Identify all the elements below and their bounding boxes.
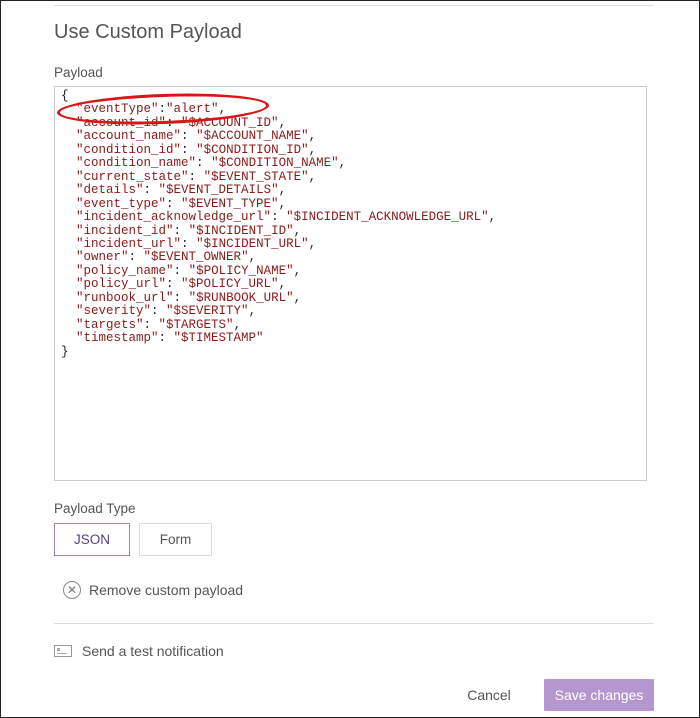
payload-key: "incident_id" — [76, 223, 174, 238]
payload-key: "event_type" — [76, 196, 167, 211]
payload-comma: , — [293, 223, 302, 238]
payload-comma: , — [488, 210, 497, 225]
payload-value: "$POLICY_URL" — [181, 277, 279, 292]
payload-comma: , — [233, 317, 242, 332]
close-brace: } — [61, 344, 69, 359]
payload-line: "condition_name": "$CONDITION_NAME", — [61, 156, 346, 170]
payload-value: "$EVENT_DETAILS" — [158, 183, 279, 198]
payload-value: "$CONDITION_ID" — [196, 142, 309, 157]
payload-label: Payload — [54, 65, 103, 80]
payload-value: "$ACCOUNT_NAME" — [196, 129, 309, 144]
payload-value: "$INCIDENT_ID" — [188, 223, 294, 238]
payload-key: "incident_url" — [76, 236, 182, 251]
payload-comma: , — [293, 290, 302, 305]
payload-separator: : — [143, 317, 159, 332]
remove-custom-payload-label: Remove custom payload — [89, 582, 244, 598]
send-test-notification-label: Send a test notification — [82, 643, 224, 659]
payload-separator: : — [181, 236, 197, 251]
payload-separator: : — [166, 196, 182, 211]
payload-key: "condition_id" — [76, 142, 182, 157]
payload-line: "owner": "$EVENT_OWNER", — [61, 250, 256, 264]
payload-comma: , — [278, 115, 287, 130]
payload-line: "event_type": "$EVENT_TYPE", — [61, 197, 286, 211]
payload-key: "owner" — [76, 250, 129, 265]
payload-comma: , — [278, 196, 287, 211]
payload-json-text[interactable]: { "eventType":"alert", "account_id": "$A… — [61, 89, 496, 359]
payload-separator: : — [173, 263, 189, 278]
payload-value: "$INCIDENT_URL" — [196, 236, 309, 251]
cancel-button[interactable]: Cancel — [459, 683, 519, 707]
payload-line: "incident_acknowledge_url": "$INCIDENT_A… — [61, 210, 496, 224]
payload-value: "$EVENT_STATE" — [203, 169, 309, 184]
payload-line: "condition_id": "$CONDITION_ID", — [61, 143, 316, 157]
payload-line: "policy_url": "$POLICY_URL", — [61, 277, 286, 291]
payload-key: "account_name" — [76, 129, 182, 144]
top-divider — [54, 5, 654, 6]
save-changes-button[interactable]: Save changes — [544, 679, 654, 711]
settings-panel: Use Custom Payload Payload { "eventType"… — [0, 0, 700, 718]
payload-line: "timestamp": "$TIMESTAMP" — [61, 331, 264, 345]
payload-key: "details" — [76, 183, 144, 198]
payload-comma: , — [308, 169, 317, 184]
payload-key: "targets" — [76, 317, 144, 332]
payload-value: "$EVENT_TYPE" — [181, 196, 279, 211]
payload-line: "runbook_url": "$RUNBOOK_URL", — [61, 291, 301, 305]
payload-value: "$RUNBOOK_URL" — [188, 290, 294, 305]
remove-custom-payload-link[interactable]: ✕ Remove custom payload — [63, 579, 243, 601]
payload-comma: , — [308, 142, 317, 157]
payload-type-form-button[interactable]: Form — [139, 523, 212, 556]
circle-x-icon: ✕ — [63, 581, 81, 599]
payload-separator: : — [151, 304, 167, 319]
notification-card-icon — [54, 645, 72, 657]
payload-comma: , — [293, 263, 302, 278]
payload-comma: , — [338, 156, 347, 171]
payload-value: "$INCIDENT_ACKNOWLEDGE_URL" — [286, 210, 489, 225]
payload-line: "current_state": "$EVENT_STATE", — [61, 170, 316, 184]
payload-value: "$CONDITION_NAME" — [211, 156, 339, 171]
payload-line: "incident_id": "$INCIDENT_ID", — [61, 224, 301, 238]
payload-key: "timestamp" — [76, 331, 159, 346]
payload-key: "policy_url" — [76, 277, 167, 292]
payload-comma: , — [278, 183, 287, 198]
payload-separator: : — [143, 183, 159, 198]
payload-value: "$POLICY_NAME" — [188, 263, 294, 278]
payload-separator: : — [196, 156, 212, 171]
payload-line: "policy_name": "$POLICY_NAME", — [61, 264, 301, 278]
payload-value: "$EVENT_OWNER" — [143, 250, 249, 265]
section-title: Use Custom Payload — [54, 21, 242, 43]
payload-key: "policy_name" — [76, 263, 174, 278]
payload-comma: , — [248, 250, 257, 265]
payload-line: "severity": "$SEVERITY", — [61, 304, 256, 318]
payload-separator: : — [166, 277, 182, 292]
payload-comma: , — [308, 236, 317, 251]
payload-key: "severity" — [76, 304, 152, 319]
open-brace: { — [61, 89, 69, 103]
payload-separator: : — [181, 142, 197, 157]
payload-key: "incident_acknowledge_url" — [76, 210, 272, 225]
payload-key: "current_state" — [76, 169, 189, 184]
payload-line: "incident_url": "$INCIDENT_URL", — [61, 237, 316, 251]
payload-separator: : — [173, 223, 189, 238]
payload-type-json-button[interactable]: JSON — [54, 523, 130, 556]
payload-value: "$TARGETS" — [158, 317, 234, 332]
payload-separator: : — [158, 331, 174, 346]
payload-separator: : — [271, 210, 287, 225]
payload-comma: , — [248, 304, 257, 319]
send-test-notification-link[interactable]: Send a test notification — [54, 641, 224, 661]
payload-line: "details": "$EVENT_DETAILS", — [61, 183, 286, 197]
payload-type-label: Payload Type — [54, 501, 136, 516]
payload-comma: , — [278, 277, 287, 292]
payload-line: "account_name": "$ACCOUNT_NAME", — [61, 129, 316, 143]
payload-separator: : — [128, 250, 144, 265]
payload-value: "$TIMESTAMP" — [173, 331, 264, 346]
section-divider — [54, 623, 654, 624]
payload-separator: : — [181, 129, 197, 144]
payload-separator: : — [173, 290, 189, 305]
payload-line: "targets": "$TARGETS", — [61, 318, 241, 332]
payload-separator: : — [188, 169, 204, 184]
payload-key: "runbook_url" — [76, 290, 174, 305]
payload-key: "condition_name" — [76, 156, 197, 171]
payload-value: "$SEVERITY" — [166, 304, 249, 319]
payload-comma: , — [308, 129, 317, 144]
